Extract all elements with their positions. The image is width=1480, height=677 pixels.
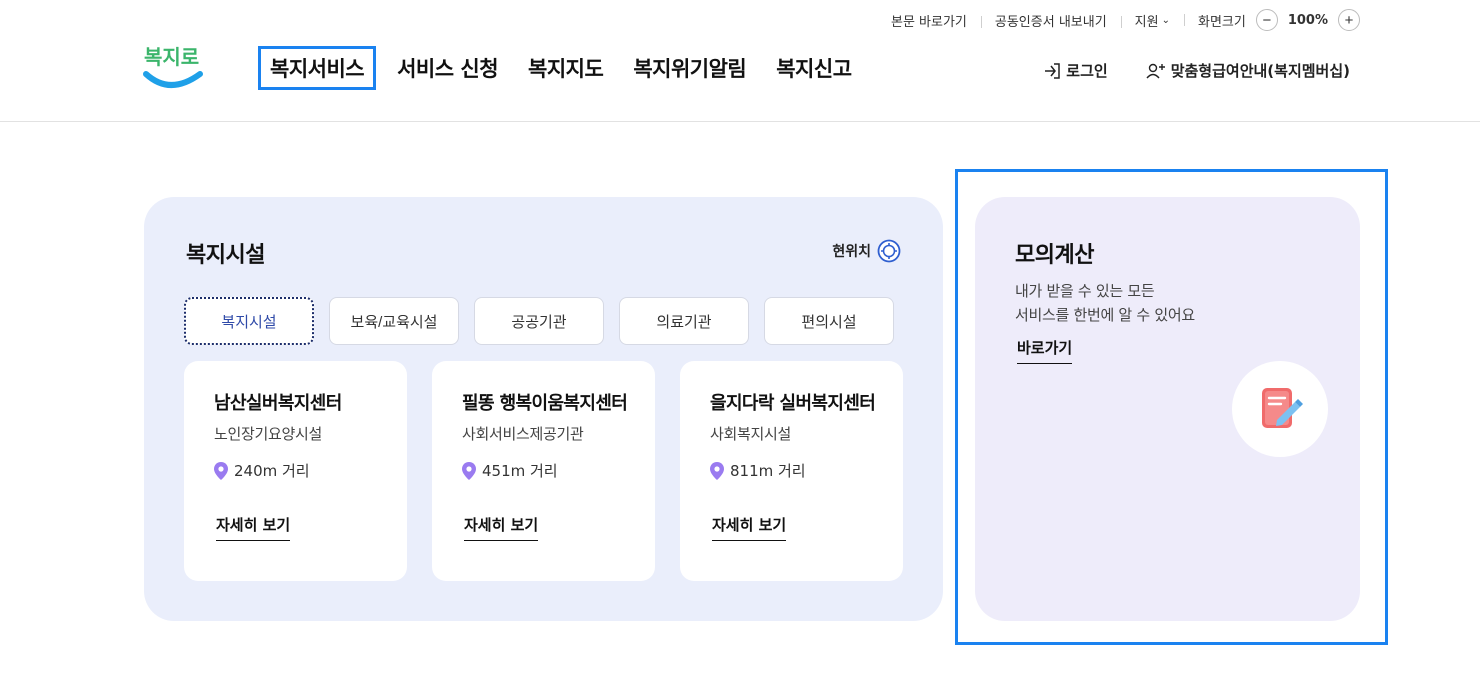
bokjiro-logo[interactable]: 복지로 [140, 38, 206, 94]
crosshair-icon [877, 239, 901, 263]
membership-label: 맞춤형급여안내(복지멤버십) [1170, 62, 1350, 80]
facility-type: 사회서비스제공기관 [462, 425, 584, 443]
screen-size-label: 화면크기 [1197, 14, 1246, 30]
facility-type: 노인장기요양시설 [214, 425, 323, 443]
simulation-description: 내가 받을 수 있는 모든 서비스를 한번에 알 수 있어요 [1015, 279, 1195, 327]
zoom-value: 100% [1287, 12, 1328, 28]
tab-medical-institution[interactable]: 의료기관 [619, 297, 749, 345]
support-dropdown[interactable]: 지원 ⌄ [1120, 11, 1184, 30]
nav-welfare-map[interactable]: 복지지도 [513, 46, 618, 90]
view-details-link[interactable]: 자세히 보기 [464, 514, 539, 541]
location-pin-icon [214, 461, 228, 480]
facility-distance: 451m 거리 [462, 460, 625, 481]
document-edit-icon [1262, 388, 1303, 428]
user-add-icon [1146, 63, 1165, 78]
simulation-desc-line1: 내가 받을 수 있는 모든 [1015, 282, 1155, 300]
view-details-link[interactable]: 자세히 보기 [216, 514, 291, 541]
tab-welfare-facility[interactable]: 복지시설 [184, 297, 314, 345]
skip-to-content-link[interactable]: 본문 바로가기 [877, 11, 981, 30]
distance-text: 811m 거리 [730, 462, 806, 480]
facility-card: 을지다락 실버복지센터 사회복지시설 811m 거리 자세히 보기 [680, 361, 903, 581]
facility-distance: 811m 거리 [710, 460, 873, 481]
calculator-illustration [1232, 361, 1328, 457]
facility-card: 필똥 행복이움복지센터 사회서비스제공기관 451m 거리 자세히 보기 [432, 361, 655, 581]
simulation-desc-line2: 서비스를 한번에 알 수 있어요 [1015, 306, 1195, 324]
simulation-go-link[interactable]: 바로가기 [1017, 337, 1073, 364]
distance-text: 240m 거리 [234, 462, 310, 480]
nav-service-application[interactable]: 서비스 신청 [382, 46, 513, 90]
view-details-link[interactable]: 자세히 보기 [712, 514, 787, 541]
facility-name: 남산실버복지센터 [214, 393, 342, 414]
export-certificate-link[interactable]: 공동인증서 내보내기 [980, 11, 1121, 30]
login-link[interactable]: 로그인 [1043, 60, 1108, 81]
facility-card: 남산실버복지센터 노인장기요양시설 240m 거리 자세히 보기 [184, 361, 407, 581]
nav-welfare-report[interactable]: 복지신고 [761, 46, 866, 90]
login-icon [1045, 62, 1061, 79]
simulation-panel[interactable]: 모의계산 내가 받을 수 있는 모든 서비스를 한번에 알 수 있어요 바로가기 [975, 197, 1360, 621]
facility-tabs: 복지시설 보육/교육시설 공공기관 의료기관 편의시설 [184, 297, 909, 345]
login-label: 로그인 [1066, 62, 1108, 80]
membership-link[interactable]: 맞춤형급여안내(복지멤버십) [1146, 60, 1350, 81]
tab-public-institution[interactable]: 공공기관 [474, 297, 604, 345]
tab-convenience-facility[interactable]: 편의시설 [764, 297, 894, 345]
logo-lettering: 복지로 [144, 45, 199, 69]
welfare-facilities-panel: 복지시설 현위치 복지시설 보육/교육시설 공공기관 의료기관 편의시설 남산실… [144, 197, 943, 621]
utility-bar: 본문 바로가기 공동인증서 내보내기 지원 ⌄ 화면크기 − 100% + [877, 8, 1360, 32]
location-pin-icon [462, 461, 476, 480]
facility-distance: 240m 거리 [214, 460, 377, 481]
nav-welfare-service[interactable]: 복지서비스 [258, 46, 377, 90]
location-pin-icon [710, 461, 724, 480]
distance-text: 451m 거리 [482, 462, 558, 480]
zoom-in-button[interactable]: + [1338, 9, 1360, 31]
current-location-label: 현위치 [832, 244, 871, 260]
simulation-title: 모의계산 [1015, 243, 1094, 268]
support-label: 지원 [1134, 14, 1159, 30]
main-navigation: 복지서비스 서비스 신청 복지지도 복지위기알림 복지신고 [258, 46, 867, 90]
nav-welfare-crisis-alert[interactable]: 복지위기알림 [618, 46, 761, 90]
logo-icon: 복지로 [143, 45, 203, 88]
facility-name: 필똥 행복이움복지센터 [462, 393, 628, 414]
current-location-button[interactable]: 현위치 [832, 239, 901, 263]
screen-size-control: 화면크기 − 100% + [1183, 9, 1360, 31]
header-actions: 로그인 맞춤형급여안내(복지멤버십) [1005, 60, 1350, 81]
facility-name: 을지다락 실버복지센터 [710, 393, 876, 414]
tab-childcare-education[interactable]: 보육/교육시설 [329, 297, 459, 345]
chevron-down-icon: ⌄ [1161, 14, 1170, 26]
facility-card-list: 남산실버복지센터 노인장기요양시설 240m 거리 자세히 보기 필똥 행복이움… [184, 361, 928, 581]
facilities-title: 복지시설 [186, 243, 265, 268]
zoom-out-button[interactable]: − [1255, 9, 1278, 31]
facility-type: 사회복지시설 [710, 425, 792, 443]
